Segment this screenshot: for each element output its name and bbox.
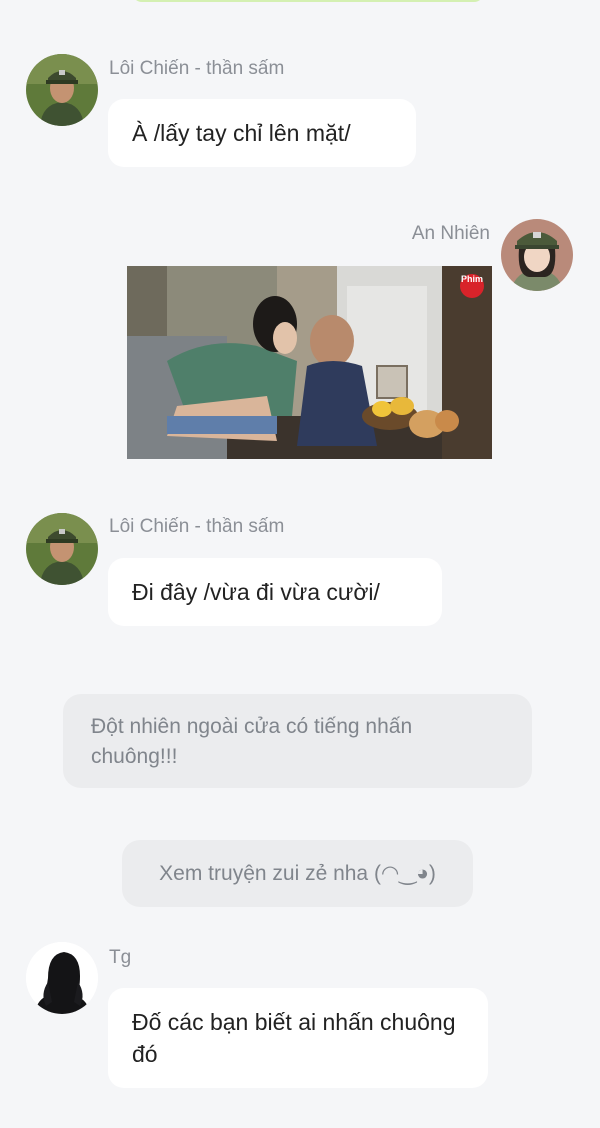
previous-message-edge: [132, 0, 484, 2]
message-text: Đi đây /vừa đi vừa cười/: [132, 579, 380, 605]
shared-photo[interactable]: Phim: [127, 266, 492, 459]
story-note-text: Xem truyện zui zẻ nha (◠‿◕): [159, 861, 436, 885]
soldier-avatar-icon[interactable]: [26, 513, 98, 585]
soldier-avatar-icon[interactable]: [26, 54, 98, 126]
message-bubble[interactable]: Đố các bạn biết ai nhấn chuông đó: [108, 988, 488, 1088]
message-bubble[interactable]: À /lấy tay chỉ lên mặt/: [108, 99, 416, 167]
story-note: Xem truyện zui zẻ nha (◠‿◕): [122, 840, 473, 907]
girl-in-cap-avatar-icon[interactable]: [501, 219, 573, 291]
sender-name: Lôi Chiến - thần sấm: [109, 516, 285, 537]
sender-name: Tg: [109, 947, 132, 968]
photo-watermark: Phim: [461, 274, 483, 284]
silhouette-avatar-icon[interactable]: [26, 942, 98, 1014]
sender-name: An Nhiên: [411, 223, 490, 244]
narration-text: Đột nhiên ngoài cửa có tiếng nhấn chuông…: [91, 715, 413, 768]
message-text: À /lấy tay chỉ lên mặt/: [132, 120, 351, 146]
sender-name: Lôi Chiến - thần sấm: [109, 58, 285, 79]
narration-notice: Đột nhiên ngoài cửa có tiếng nhấn chuông…: [63, 694, 532, 788]
message-bubble[interactable]: Đi đây /vừa đi vừa cười/: [108, 558, 442, 626]
message-text: Đố các bạn biết ai nhấn chuông đó: [132, 1009, 456, 1067]
